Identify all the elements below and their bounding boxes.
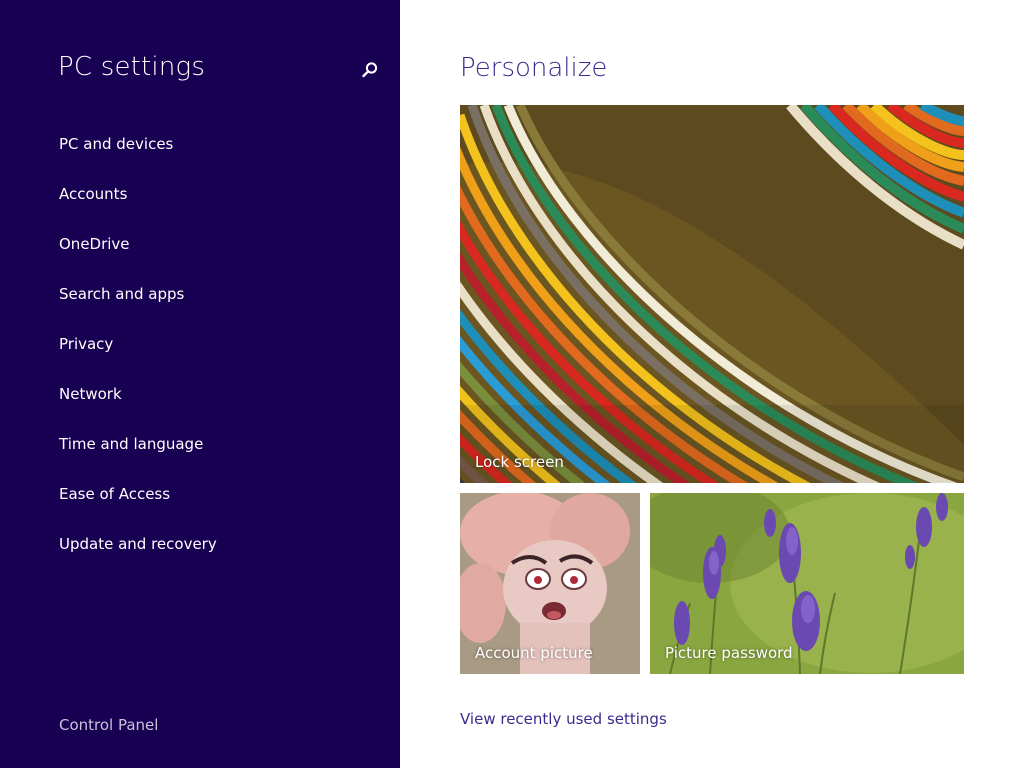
lock-screen-label: Lock screen: [475, 453, 564, 471]
search-icon[interactable]: [361, 61, 379, 79]
picture-password-tile[interactable]: Picture password: [650, 493, 964, 674]
navigation-pane: PC settings PC and devices Accounts OneD…: [0, 0, 400, 768]
control-panel-link[interactable]: Control Panel: [59, 716, 158, 734]
view-recent-settings-link[interactable]: View recently used settings: [460, 710, 667, 728]
lock-screen-tile[interactable]: Lock screen: [460, 105, 964, 483]
nav-item-ease-of-access[interactable]: Ease of Access: [0, 478, 400, 528]
nav-item-search-and-apps[interactable]: Search and apps: [0, 278, 400, 328]
lock-screen-image: [460, 105, 964, 483]
nav-item-privacy[interactable]: Privacy: [0, 328, 400, 378]
pc-settings-window: PC settings PC and devices Accounts OneD…: [0, 0, 1024, 768]
account-picture-tile[interactable]: Account picture: [460, 493, 640, 674]
page-title: Personalize: [460, 53, 608, 83]
app-title: PC settings: [58, 52, 206, 82]
picture-password-label: Picture password: [665, 644, 793, 662]
nav-item-time-and-language[interactable]: Time and language: [0, 428, 400, 478]
nav-item-pc-and-devices[interactable]: PC and devices: [0, 128, 400, 178]
account-picture-label: Account picture: [475, 644, 593, 662]
nav-item-network[interactable]: Network: [0, 378, 400, 428]
nav-item-onedrive[interactable]: OneDrive: [0, 228, 400, 278]
nav-item-update-and-recovery[interactable]: Update and recovery: [0, 528, 400, 578]
nav-list: PC and devices Accounts OneDrive Search …: [0, 128, 400, 578]
nav-item-accounts[interactable]: Accounts: [0, 178, 400, 228]
